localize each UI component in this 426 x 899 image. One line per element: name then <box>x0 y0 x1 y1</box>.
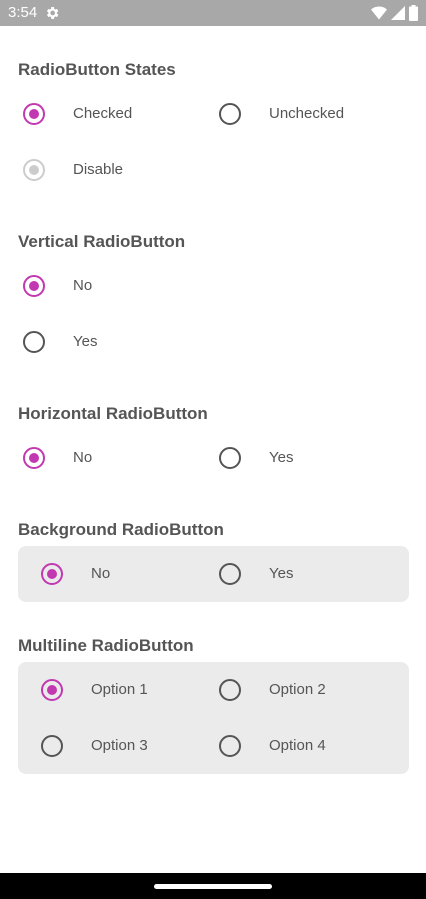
radio-dot <box>29 165 39 175</box>
multiline-radio-option-2-label: Option 2 <box>269 681 326 698</box>
multiline-radio-option-4-label: Option 4 <box>269 737 326 754</box>
multiline-radio-option-4-indicator <box>219 735 241 757</box>
radio-checked-label: Checked <box>73 105 133 122</box>
horizontal-radio-no-label: No <box>73 449 93 466</box>
radio-disabled-indicator <box>23 159 45 181</box>
background-radio-no[interactable]: No <box>40 554 110 594</box>
multiline-radio-group <box>18 662 409 774</box>
radio-ring <box>41 735 63 757</box>
multiline-radio-option-3-indicator <box>41 735 63 757</box>
horizontal-radio-yes-label: Yes <box>269 449 294 466</box>
radio-ring <box>219 679 241 701</box>
radio-checked-indicator <box>23 103 45 125</box>
radio-ring <box>23 331 45 353</box>
vertical-radio-yes[interactable]: Yes <box>22 322 97 362</box>
multiline-radio-option-1[interactable]: Option 1 <box>40 670 148 710</box>
radio-ring <box>219 563 241 585</box>
battery-icon <box>409 5 418 21</box>
multiline-radio-option-2-indicator <box>219 679 241 701</box>
section-title-vertical: Vertical RadioButton <box>18 232 186 251</box>
multiline-radio-option-1-indicator <box>41 679 63 701</box>
section-title-background: Background RadioButton <box>18 520 224 539</box>
multiline-radio-option-3-label: Option 3 <box>91 737 148 754</box>
radio-ring <box>219 103 241 125</box>
vertical-radio-yes-label: Yes <box>73 333 98 350</box>
wifi-icon <box>371 6 387 20</box>
multiline-radio-option-2[interactable]: Option 2 <box>218 670 326 710</box>
radio-dot <box>47 685 57 695</box>
navigation-bar <box>0 873 426 899</box>
radio-disabled: Disable <box>22 150 123 190</box>
vertical-radio-no-indicator <box>23 275 45 297</box>
radio-disabled-label: Disable <box>73 161 124 178</box>
vertical-radio-no-label: No <box>73 277 93 294</box>
home-gesture-handle[interactable] <box>154 884 272 889</box>
radio-ring <box>219 447 241 469</box>
status-icons <box>371 5 418 21</box>
gear-icon <box>46 7 59 19</box>
section-title-multiline: Multiline RadioButton <box>18 636 194 655</box>
radio-dot <box>47 569 57 579</box>
background-radio-yes-indicator <box>219 563 241 585</box>
section-title-states: RadioButton States <box>18 60 176 79</box>
signal-icon <box>391 6 405 20</box>
radio-unchecked-indicator <box>219 103 241 125</box>
radio-checked[interactable]: Checked <box>22 94 132 134</box>
multiline-radio-option-1-label: Option 1 <box>91 681 148 698</box>
horizontal-radio-no-indicator <box>23 447 45 469</box>
background-radio-yes[interactable]: Yes <box>218 554 293 594</box>
background-radio-no-label: No <box>91 565 111 582</box>
background-radio-no-indicator <box>41 563 63 585</box>
multiline-radio-option-4[interactable]: Option 4 <box>218 726 326 766</box>
radio-unchecked[interactable]: Unchecked <box>218 94 344 134</box>
multiline-radio-option-3[interactable]: Option 3 <box>40 726 148 766</box>
radio-dot <box>29 453 39 463</box>
horizontal-radio-no[interactable]: No <box>22 438 92 478</box>
horizontal-radio-yes[interactable]: Yes <box>218 438 293 478</box>
radio-dot <box>29 109 39 119</box>
status-time: 3:54 <box>8 4 38 21</box>
vertical-radio-yes-indicator <box>23 331 45 353</box>
radio-ring <box>219 735 241 757</box>
horizontal-radio-yes-indicator <box>219 447 241 469</box>
section-title-horizontal: Horizontal RadioButton <box>18 404 208 423</box>
status-bar: 3:54 <box>0 0 426 26</box>
vertical-radio-no[interactable]: No <box>22 266 92 306</box>
radio-unchecked-label: Unchecked <box>269 105 345 122</box>
radio-dot <box>29 281 39 291</box>
background-radio-group <box>18 546 409 602</box>
background-radio-yes-label: Yes <box>269 565 294 582</box>
